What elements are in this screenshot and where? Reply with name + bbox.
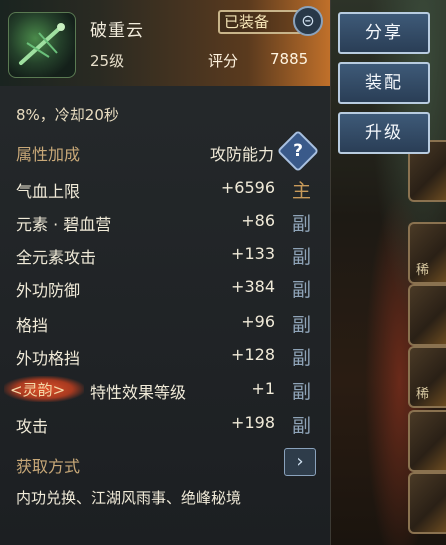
obtain-title: 获取方式 — [16, 457, 81, 476]
attribute-name: 特性效果等级 — [90, 383, 187, 402]
item-detail-panel: 破重云 25级 已装备 ⊝ 评分 7885 8%，冷却20秒 属性加成 攻防能力… — [0, 0, 331, 545]
score-value: 7885 — [270, 50, 309, 68]
attribute-value: +133 — [231, 244, 275, 263]
effect-text: 8%，冷却20秒 — [16, 106, 119, 124]
attribute-value: +6596 — [220, 178, 275, 197]
attack-defense-label: 攻防能力 — [210, 145, 275, 164]
attribute-value: +86 — [241, 211, 275, 230]
help-icon[interactable]: ? — [276, 129, 320, 173]
attribute-value: +96 — [241, 312, 275, 331]
score-label: 评分 — [208, 52, 239, 70]
attribute-name: 外功格挡 — [16, 349, 81, 368]
obtain-arrow-button[interactable]: › — [284, 448, 316, 476]
obtain-sources: 内功兑换、江湖风雨事、绝峰秘境 — [16, 489, 242, 507]
attribute-row: 气血上限 +6596 主 — [0, 173, 330, 203]
item-name: 破重云 — [90, 21, 144, 41]
attribute-tag: 副 — [292, 279, 312, 301]
equip-button[interactable]: 装配 — [338, 62, 430, 104]
upgrade-button[interactable]: 升级 — [338, 112, 430, 154]
item-header: 破重云 25级 已装备 ⊝ 评分 7885 — [0, 0, 330, 86]
attribute-name: 元素 · 碧血营 — [16, 215, 112, 234]
attribute-tag: 副 — [292, 246, 312, 268]
attribute-value: +1 — [251, 379, 275, 398]
attribute-row: 攻击 +198 副 — [0, 408, 330, 438]
item-slot[interactable]: 稀 — [408, 222, 446, 284]
attribute-name: 气血上限 — [16, 182, 81, 201]
attribute-row: 格挡 +96 副 — [0, 307, 330, 337]
attribute-tag: 副 — [292, 347, 312, 369]
attributes-title: 属性加成 — [16, 145, 81, 164]
attribute-row: 元素 · 碧血营 +86 副 — [0, 206, 330, 236]
share-button[interactable]: 分享 — [338, 12, 430, 54]
attribute-row: 外功格挡 +128 副 — [0, 340, 330, 370]
spirit-label: <灵韵> — [10, 381, 66, 399]
item-slot[interactable] — [408, 472, 446, 534]
attribute-row: <灵韵> 特性效果等级 +1 副 — [0, 374, 330, 404]
attribute-tag: 副 — [292, 314, 312, 336]
attribute-row: 全元素攻击 +133 副 — [0, 239, 330, 269]
attribute-name: 外功防御 — [16, 281, 81, 300]
jade-sword-icon — [8, 12, 76, 78]
attribute-tag: 副 — [292, 213, 312, 235]
attribute-value: +128 — [231, 345, 275, 364]
rarity-label: 稀 — [416, 263, 430, 278]
attribute-name: 格挡 — [16, 316, 49, 335]
attribute-name: 全元素攻击 — [16, 248, 97, 267]
item-slot[interactable] — [408, 284, 446, 346]
attribute-value: +198 — [231, 413, 275, 432]
attribute-value: +384 — [231, 277, 275, 296]
attribute-tag: 副 — [292, 381, 312, 403]
item-level: 25级 — [90, 52, 125, 70]
lock-icon[interactable]: ⊝ — [293, 6, 323, 36]
attribute-name: 攻击 — [16, 417, 49, 436]
item-slot[interactable]: 稀 — [408, 346, 446, 408]
attribute-row: 外功防御 +384 副 — [0, 272, 330, 302]
item-slot[interactable] — [408, 410, 446, 472]
attribute-tag: 副 — [292, 415, 312, 437]
attribute-tag: 主 — [292, 180, 312, 202]
rarity-label: 稀 — [416, 387, 430, 402]
